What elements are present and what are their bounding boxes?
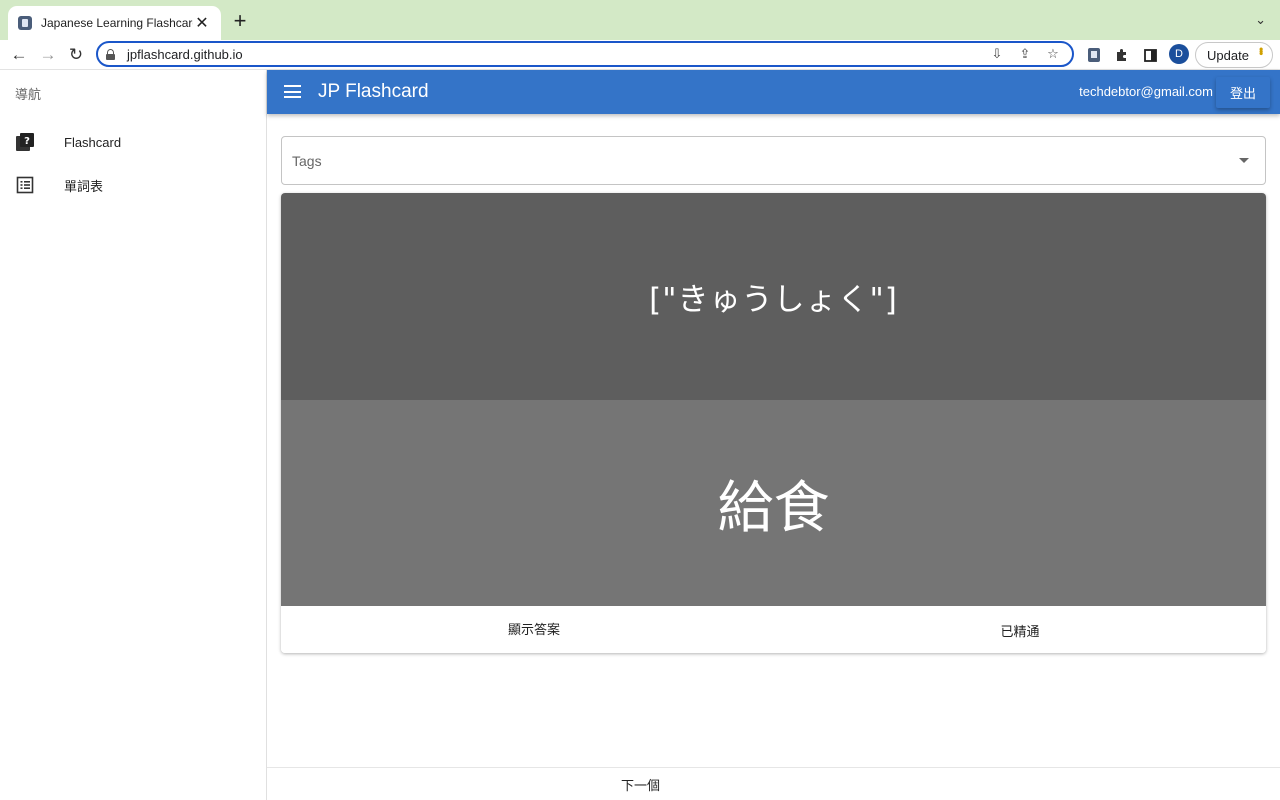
browser-tab[interactable]: Japanese Learning Flashcard ✕ bbox=[8, 6, 221, 40]
menu-hamburger-icon[interactable] bbox=[284, 85, 301, 98]
svg-text:?: ? bbox=[24, 136, 30, 147]
sidebar-item-word-list[interactable]: 單詞表 bbox=[0, 165, 266, 205]
card-kanji-panel: 給食 bbox=[281, 400, 1266, 606]
share-icon[interactable]: ⇪ bbox=[1014, 46, 1036, 62]
sidebar-item-label: 單詞表 bbox=[64, 178, 104, 194]
browser-toolbar: ← → ↻ jpflashcard.github.io ⇩ ⇪ ☆ D Upda… bbox=[0, 40, 1280, 70]
update-label: Update bbox=[1207, 47, 1249, 63]
url-text[interactable]: jpflashcard.github.io bbox=[127, 47, 980, 62]
tab-search-chevron-icon[interactable]: ⌄ bbox=[1255, 12, 1266, 28]
card-kanji: 給食 bbox=[717, 475, 830, 541]
new-tab-button[interactable]: + bbox=[230, 9, 250, 33]
update-button[interactable]: Update ••• bbox=[1195, 42, 1273, 68]
extension-flashcard-icon[interactable] bbox=[1084, 45, 1104, 65]
back-arrow-icon[interactable]: ← bbox=[7, 43, 31, 67]
tab-favicon-icon bbox=[18, 16, 32, 30]
menu-dots-icon: ••• bbox=[1254, 47, 1268, 54]
tags-placeholder: Tags bbox=[292, 153, 322, 169]
show-answer-button[interactable]: 顯示答案 bbox=[499, 605, 569, 652]
bookmark-star-icon[interactable]: ☆ bbox=[1042, 46, 1064, 62]
extensions-puzzle-icon[interactable] bbox=[1112, 45, 1132, 65]
sidebar-item-label: Flashcard bbox=[64, 134, 122, 150]
card-reading-panel: ["きゅうしょく"] bbox=[281, 193, 1266, 400]
side-panel-icon[interactable] bbox=[1140, 45, 1160, 65]
app-bar: JP Flashcard techdebtor@gmail.com 登出 bbox=[267, 70, 1280, 114]
address-bar[interactable]: jpflashcard.github.io ⇩ ⇪ ☆ bbox=[96, 41, 1074, 67]
tab-title: Japanese Learning Flashcard bbox=[41, 16, 193, 30]
mastered-button[interactable]: 已精通 bbox=[985, 607, 1055, 653]
footer: 下一個 bbox=[267, 767, 1280, 800]
flashcard: ["きゅうしょく"] 給食 顯示答案 已精通 bbox=[281, 193, 1266, 653]
next-button[interactable]: 下一個 bbox=[607, 768, 674, 800]
user-email: techdebtor@gmail.com bbox=[1079, 84, 1213, 99]
flashcard-icon: ? bbox=[16, 133, 34, 151]
logout-button[interactable]: 登出 bbox=[1216, 77, 1270, 108]
list-icon bbox=[16, 176, 34, 194]
install-app-icon[interactable]: ⇩ bbox=[986, 46, 1008, 62]
sidebar: 導航 ? Flashcard 單詞表 bbox=[0, 70, 267, 800]
tags-select[interactable]: Tags bbox=[281, 136, 1266, 185]
forward-arrow-icon[interactable]: → bbox=[36, 43, 60, 67]
reload-icon[interactable]: ↻ bbox=[64, 43, 88, 67]
sidebar-header: 導航 bbox=[15, 87, 42, 102]
dropdown-arrow-icon bbox=[1239, 158, 1249, 163]
lock-icon bbox=[106, 48, 115, 60]
card-reading: ["きゅうしょく"] bbox=[649, 282, 898, 318]
tab-close-icon[interactable]: ✕ bbox=[193, 13, 211, 33]
card-actions: 顯示答案 已精通 bbox=[281, 606, 1266, 653]
browser-tabstrip: Japanese Learning Flashcard ✕ + ⌄ bbox=[0, 0, 1280, 40]
profile-avatar[interactable]: D bbox=[1169, 44, 1189, 64]
app-title: JP Flashcard bbox=[318, 81, 429, 102]
sidebar-item-flashcard[interactable]: ? Flashcard bbox=[0, 122, 266, 162]
